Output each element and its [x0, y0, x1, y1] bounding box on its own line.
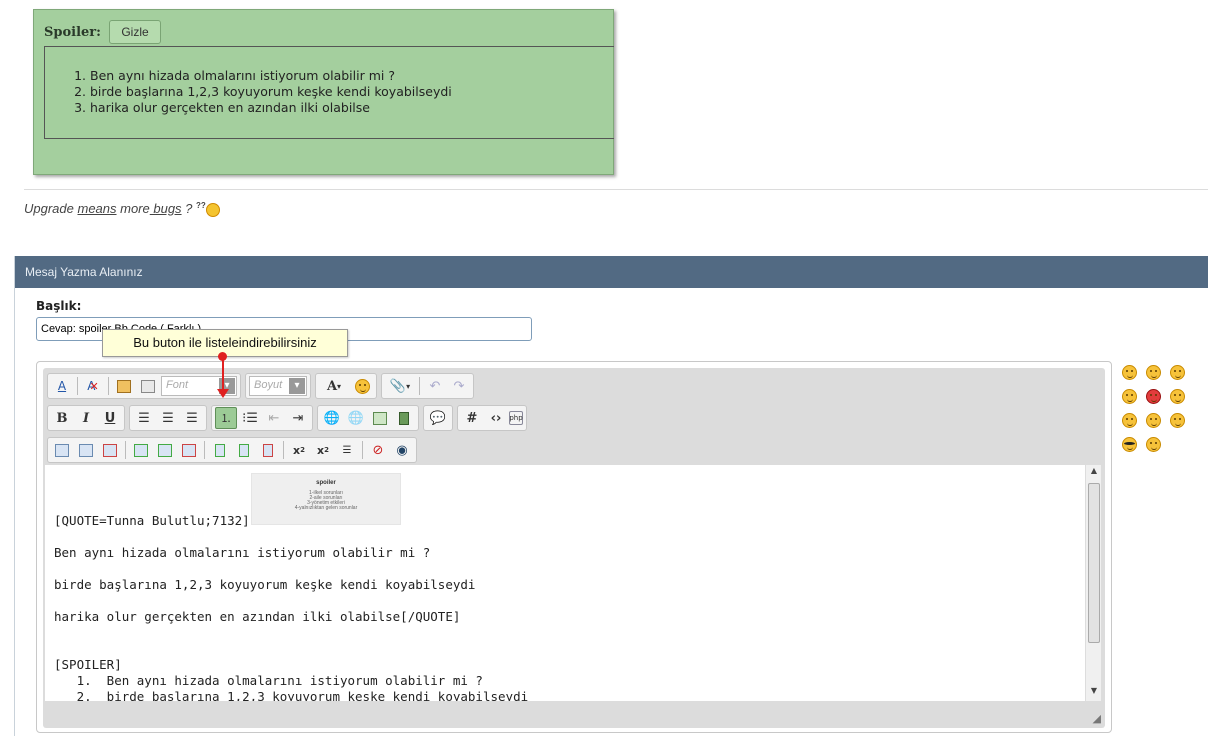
align-left-icon[interactable]: ☰	[133, 407, 155, 429]
editor-line: 2. birde başlarına 1,2,3 koyuyorum keşke…	[54, 689, 529, 701]
paste-icon[interactable]	[113, 375, 135, 397]
confused-smilie-icon[interactable]	[1146, 413, 1161, 428]
bold-icon[interactable]: B	[51, 407, 73, 429]
editor-line: birde başlarına 1,2,3 koyuyorum keşke ke…	[54, 577, 476, 592]
smilie-icon[interactable]	[1122, 389, 1137, 404]
editor-line: 1. Ben aynı hizada olmalarını istiyorum …	[54, 673, 483, 688]
smilie-icon[interactable]	[1170, 389, 1185, 404]
divider	[24, 189, 1208, 190]
bugs-link[interactable]: bugs	[150, 201, 181, 216]
smilies-icon[interactable]	[351, 375, 373, 397]
confused-icon: ??	[196, 201, 206, 210]
angry-smilie-icon[interactable]	[1146, 389, 1161, 404]
spoiler-label: Spoiler:	[44, 25, 101, 40]
unlink-icon[interactable]: 🌐	[345, 407, 367, 429]
attached-thumbnail: spoiler 1-ilkel sorunları 2-aile sorunla…	[251, 473, 401, 525]
code-hash-icon[interactable]: #	[461, 407, 483, 429]
redo-icon[interactable]: ↷	[448, 375, 470, 397]
editor-scrollbar[interactable]: ▲ ▼	[1085, 465, 1101, 701]
smilie-icon[interactable]	[1122, 365, 1137, 380]
attach-icon[interactable]: 📎 ▾	[385, 375, 415, 397]
underline-icon[interactable]: U	[99, 407, 121, 429]
horizontal-rule-icon[interactable]: ☰	[336, 439, 358, 461]
title-label: Başlık:	[36, 299, 82, 313]
unordered-list-icon[interactable]: ⁝☰	[239, 407, 261, 429]
indent-icon[interactable]: ⇥	[287, 407, 309, 429]
subscript-icon[interactable]: x2	[288, 439, 310, 461]
editor-inner: A A✕ Font Boyut A▾ 📎▾	[43, 368, 1105, 728]
align-right-icon[interactable]: ☰	[181, 407, 203, 429]
table-icon[interactable]	[51, 439, 73, 461]
toolbar-row-1: A A✕ Font Boyut A▾ 📎▾	[47, 373, 474, 399]
means-link[interactable]: means	[77, 201, 116, 216]
col-delete-icon[interactable]	[257, 439, 279, 461]
smilie-icon[interactable]	[1170, 365, 1185, 380]
editor-line: [QUOTE=Tunna Bulutlu;7132]	[54, 513, 250, 528]
toolbar-row-2: B I U ☰ ☰ ☰ ⒈ ⁝☰ ⇤ ⇥ 🌐 🌐 💬 # ‹› php	[47, 405, 527, 431]
scroll-up-icon[interactable]: ▲	[1086, 466, 1102, 480]
cool-smilie-icon[interactable]	[1122, 437, 1137, 452]
ordered-list-icon[interactable]: ⒈	[215, 407, 237, 429]
text-color-icon[interactable]: A ▾	[319, 375, 349, 397]
editor-line: [SPOILER]	[54, 657, 122, 672]
table-delete-icon[interactable]	[99, 439, 121, 461]
pointer-dot	[218, 352, 227, 361]
editor-textarea[interactable]: spoiler 1-ilkel sorunları 2-aile sorunla…	[45, 465, 1085, 701]
reply-panel: Mesaj Yazma Alanınız Başlık: A A✕ Font B…	[14, 256, 1208, 736]
hide-icon[interactable]: ⊘	[367, 439, 389, 461]
smilie-icon[interactable]	[1170, 413, 1185, 428]
reply-header: Mesaj Yazma Alanınız	[15, 256, 1208, 288]
smilie-icon[interactable]	[1146, 437, 1161, 452]
row-below-icon[interactable]	[154, 439, 176, 461]
resize-grip-icon[interactable]: ◢	[1093, 712, 1101, 725]
outdent-icon[interactable]: ⇤	[263, 407, 285, 429]
spoiler-content-border	[44, 46, 614, 139]
remove-format-icon[interactable]: A	[51, 375, 73, 397]
row-delete-icon[interactable]	[178, 439, 200, 461]
spoiler-hide-button[interactable]: Gizle	[109, 20, 161, 44]
editor-line: harika olur gerçekten en azından ilki ol…	[54, 609, 461, 624]
editor-frame: A A✕ Font Boyut A▾ 📎▾	[36, 361, 1112, 733]
image-icon[interactable]	[369, 407, 391, 429]
smilies-panel	[1122, 365, 1202, 461]
undo-icon[interactable]: ↶	[424, 375, 446, 397]
scroll-down-icon[interactable]: ▼	[1086, 686, 1102, 700]
italic-icon[interactable]: I	[75, 407, 97, 429]
align-center-icon[interactable]: ☰	[157, 407, 179, 429]
editor-line: Ben aynı hizada olmalarını istiyorum ola…	[54, 545, 431, 560]
smiley-icon	[205, 202, 220, 217]
html-code-icon[interactable]: ‹›	[485, 407, 507, 429]
smilie-icon[interactable]	[1122, 413, 1137, 428]
smilie-icon[interactable]	[1146, 365, 1161, 380]
col-before-icon[interactable]	[209, 439, 231, 461]
quote-icon[interactable]: 💬	[427, 407, 449, 429]
paste-text-icon[interactable]	[137, 375, 159, 397]
video-icon[interactable]	[393, 407, 415, 429]
row-above-icon[interactable]	[130, 439, 152, 461]
table-properties-icon[interactable]	[75, 439, 97, 461]
col-after-icon[interactable]	[233, 439, 255, 461]
toolbar-row-3: x2 x2 ☰ ⊘ ◉	[47, 437, 417, 463]
signature: Upgrade means more bugs ? ??	[24, 201, 220, 217]
pointer-line	[222, 357, 224, 393]
scroll-thumb[interactable]	[1088, 483, 1100, 643]
size-select[interactable]: Boyut	[249, 376, 307, 396]
clear-format-icon[interactable]: A ✕	[82, 375, 104, 397]
link-icon[interactable]: 🌐	[321, 407, 343, 429]
view-source-icon[interactable]: ◉	[391, 439, 413, 461]
php-code-icon[interactable]: php	[509, 411, 523, 425]
superscript-icon[interactable]: x2	[312, 439, 334, 461]
pointer-arrow-icon	[217, 389, 229, 398]
